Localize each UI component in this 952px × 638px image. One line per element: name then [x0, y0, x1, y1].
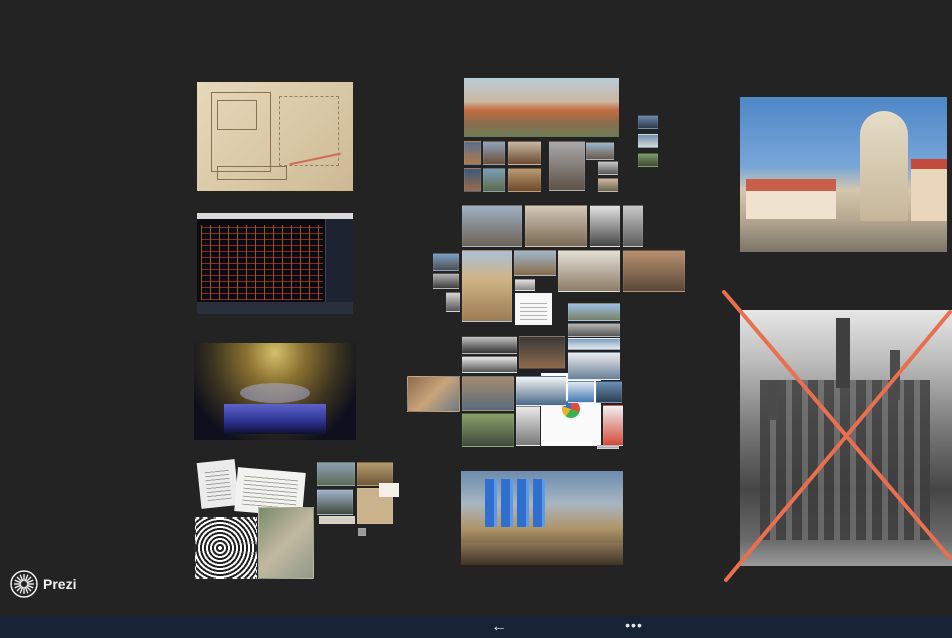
photo-thumbnail[interactable] — [549, 141, 585, 191]
photo-thumbnail[interactable] — [433, 253, 459, 271]
aerial-city-thumbnail[interactable] — [407, 376, 460, 412]
photo-thumbnail[interactable] — [508, 168, 541, 192]
prezi-logo[interactable]: Prezi — [10, 570, 76, 598]
more-button[interactable]: ••• — [622, 616, 646, 638]
more-dots-icon: ••• — [625, 617, 643, 633]
cad-drawing-image[interactable] — [197, 213, 353, 314]
photo-thumbnail[interactable] — [603, 405, 623, 446]
photo-thumbnail[interactable] — [598, 178, 618, 192]
photo-thumbnail[interactable] — [462, 376, 514, 411]
tower-thumbnail[interactable] — [462, 250, 512, 322]
photo-thumbnail[interactable] — [597, 445, 619, 449]
photo-thumbnail[interactable] — [568, 352, 620, 380]
building-thumbnail[interactable] — [317, 489, 353, 515]
photo-thumbnail[interactable] — [483, 168, 505, 192]
book-page-thumbnail[interactable] — [196, 459, 240, 509]
frauenkirche-square-image[interactable] — [740, 97, 947, 252]
photo-thumbnail[interactable] — [596, 381, 622, 403]
photo-thumbnail[interactable] — [568, 381, 594, 403]
architectural-plan-image[interactable] — [197, 82, 353, 191]
photo-thumbnail[interactable] — [638, 134, 658, 148]
building-thumbnail[interactable] — [317, 462, 355, 486]
taskbar: ← ••• — [0, 616, 952, 638]
prezi-logo-icon — [10, 570, 38, 598]
photo-thumbnail[interactable] — [568, 323, 620, 337]
photo-thumbnail[interactable] — [519, 336, 565, 369]
concert-hall-image[interactable] — [194, 343, 356, 440]
caption-thumbnail[interactable] — [319, 516, 355, 524]
old-town-panorama-image[interactable] — [464, 78, 619, 137]
photo-thumbnail[interactable] — [483, 141, 505, 165]
photo-thumbnail[interactable] — [590, 205, 620, 247]
presentation-canvas[interactable]: Prezi — [0, 0, 952, 616]
photo-thumbnail[interactable] — [433, 273, 459, 289]
photo-thumbnail[interactable] — [462, 336, 517, 354]
note-thumbnail[interactable] — [379, 483, 399, 497]
photo-thumbnail[interactable] — [638, 115, 658, 129]
photo-thumbnail[interactable] — [446, 292, 460, 312]
photo-thumbnail[interactable] — [568, 303, 620, 321]
photo-thumbnail[interactable] — [558, 250, 620, 292]
photo-thumbnail[interactable] — [623, 250, 685, 292]
photo-thumbnail[interactable] — [598, 161, 618, 175]
photo-thumbnail[interactable] — [568, 338, 620, 350]
street-painting-image[interactable] — [461, 471, 623, 565]
photo-thumbnail[interactable] — [623, 205, 643, 247]
back-arrow-icon: ← — [491, 618, 507, 635]
document-thumbnail[interactable] — [515, 293, 552, 325]
photo-thumbnail[interactable] — [508, 141, 541, 165]
back-button[interactable]: ← — [487, 616, 511, 638]
photo-thumbnail[interactable] — [516, 376, 566, 406]
city-map-thumbnail[interactable] — [195, 517, 257, 579]
photo-thumbnail[interactable] — [464, 168, 481, 192]
photo-thumbnail[interactable] — [638, 153, 658, 167]
photo-thumbnail[interactable] — [586, 142, 614, 160]
photo-thumbnail[interactable] — [464, 141, 481, 165]
photo-thumbnail[interactable] — [462, 413, 514, 447]
photo-thumbnail[interactable] — [525, 205, 587, 247]
aerial-map-thumbnail[interactable] — [258, 507, 314, 579]
photo-thumbnail[interactable] — [462, 205, 522, 247]
photo-thumbnail[interactable] — [514, 250, 556, 276]
photo-thumbnail[interactable] — [516, 406, 540, 446]
photo-thumbnail[interactable] — [462, 356, 517, 373]
photo-thumbnail[interactable] — [515, 279, 535, 291]
logo-text: Prezi — [43, 576, 77, 592]
small-thumbnail[interactable] — [358, 528, 366, 536]
cross-out-mark — [722, 290, 952, 582]
